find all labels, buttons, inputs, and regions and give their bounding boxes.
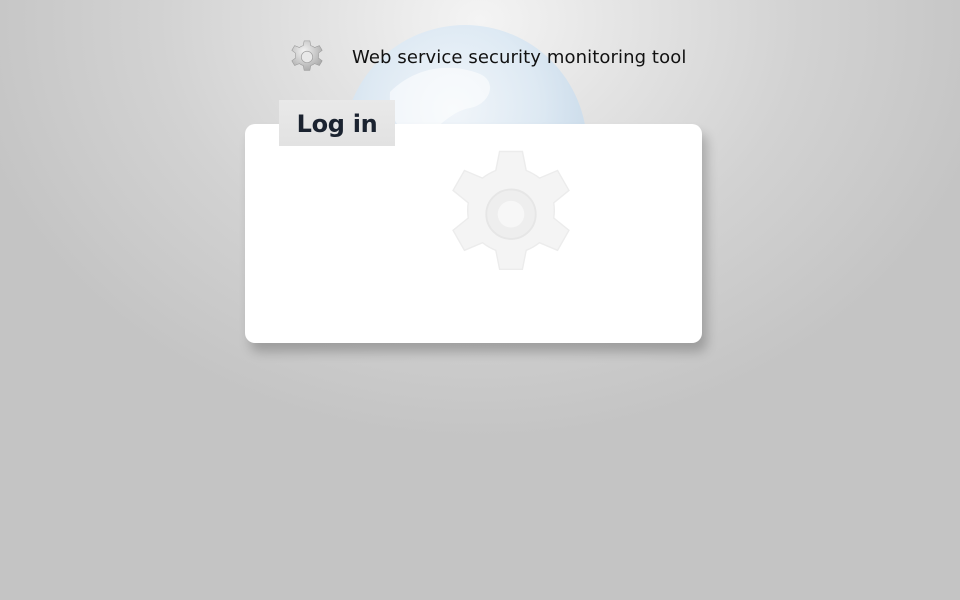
login-tab: Log in [279,100,395,146]
gear-watermark-icon [452,150,570,271]
login-panel [245,124,702,343]
app-title: Web service security monitoring tool [352,46,687,68]
app-header: Web service security monitoring tool [288,38,686,76]
gear-icon [291,40,323,71]
login-heading: Log in [296,110,378,138]
